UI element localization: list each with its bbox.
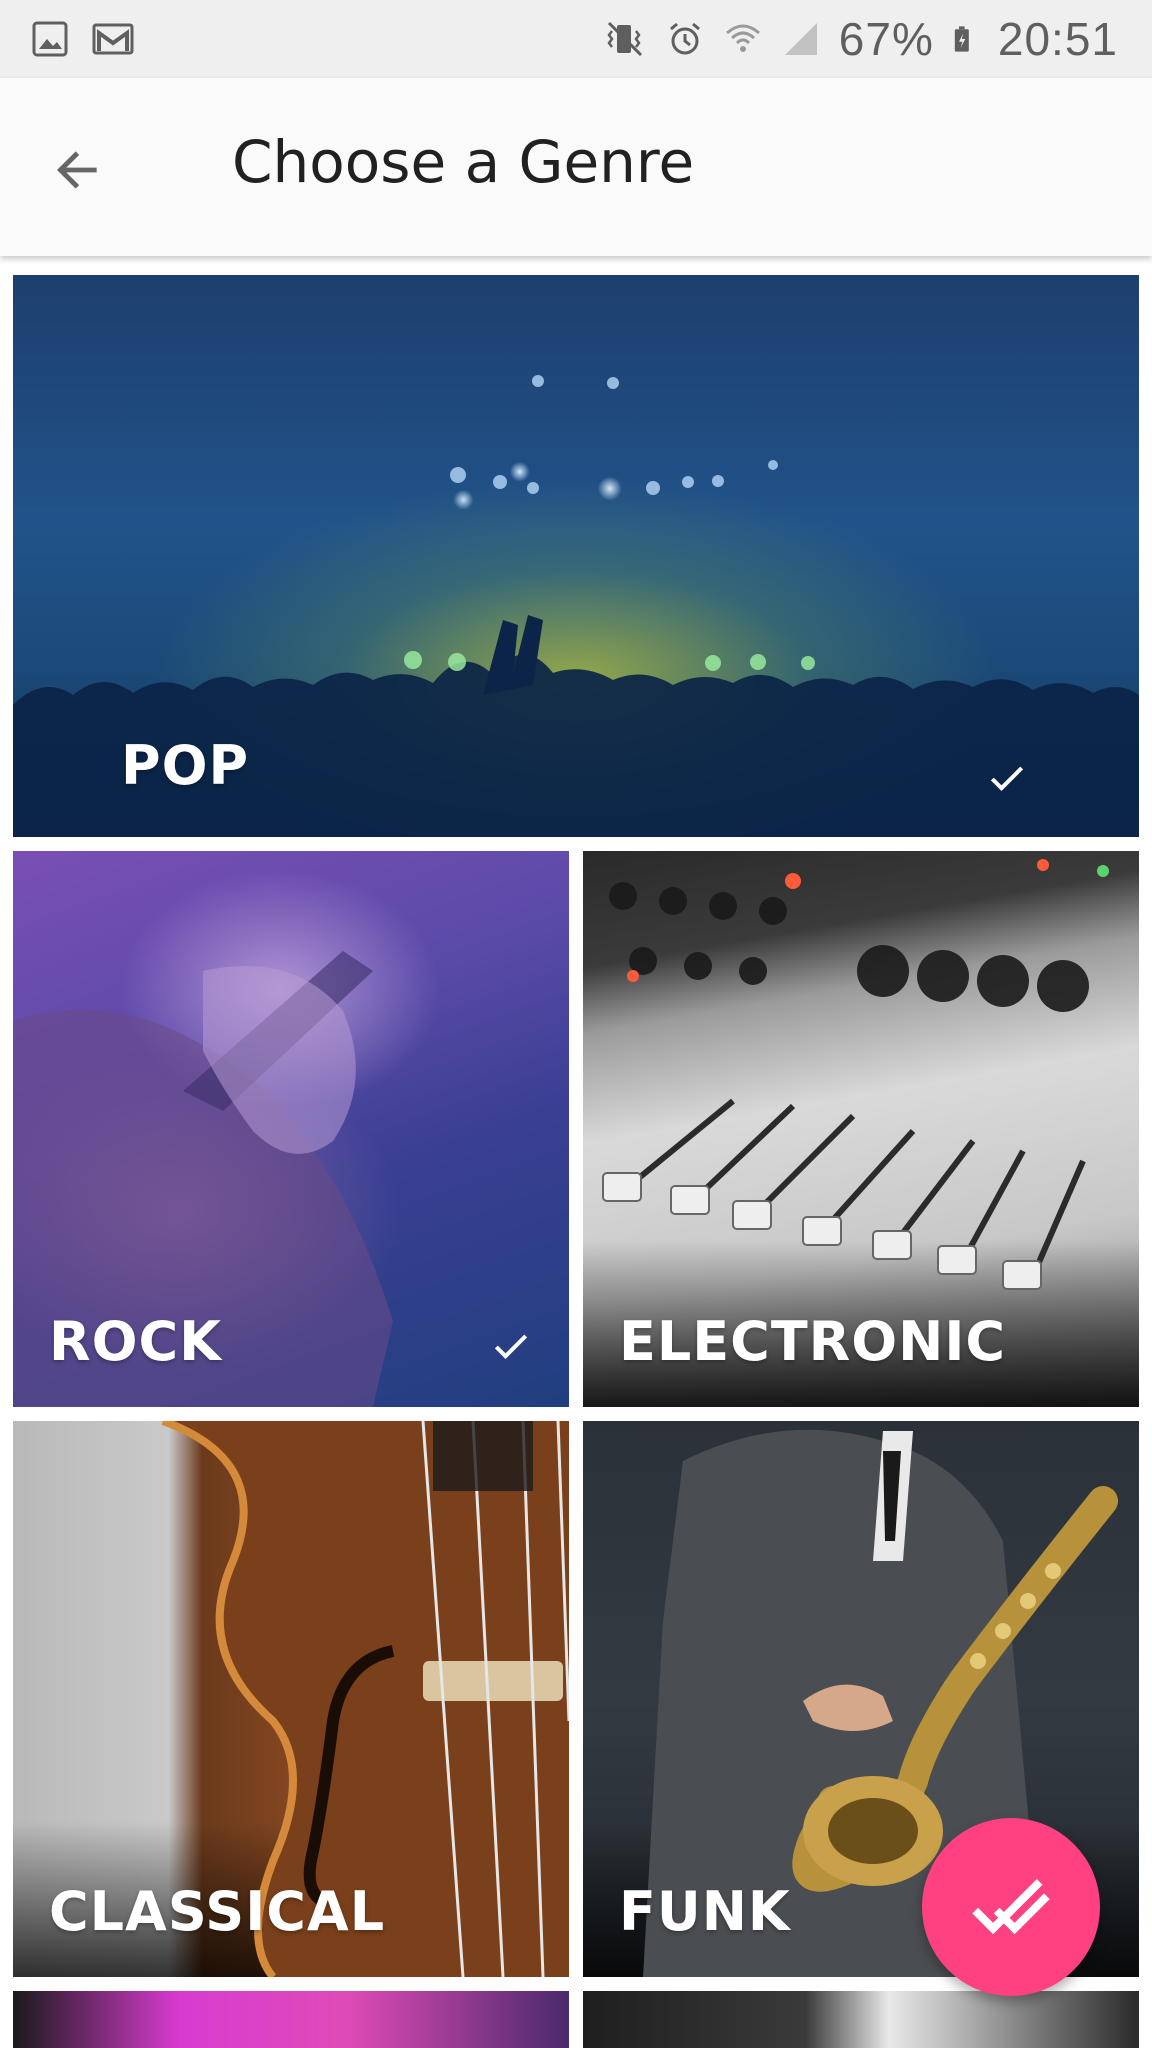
check-icon	[494, 1334, 528, 1360]
status-bar-left	[0, 19, 134, 59]
clock: 20:51	[997, 13, 1118, 65]
arrow-back-icon	[57, 151, 97, 189]
genre-tile-pop[interactable]: POP	[13, 275, 1139, 837]
alarm-icon	[669, 22, 700, 55]
status-bar-right: 67% 20:51	[599, 12, 1152, 66]
genre-label: ELECTRONIC	[619, 1310, 1007, 1373]
genre-label: ROCK	[49, 1310, 222, 1373]
status-bar: 67% 20:51	[0, 0, 1152, 78]
battery-percentage: 67%	[838, 13, 934, 65]
wifi-icon	[725, 24, 760, 52]
gmail-icon	[92, 23, 134, 55]
genre-tile-electronic[interactable]: ELECTRONIC	[583, 851, 1139, 1407]
done-all-icon	[972, 1879, 1050, 1935]
genre-tile-rock[interactable]: ROCK	[13, 851, 569, 1407]
confirm-fab-button[interactable]	[922, 1818, 1100, 1996]
genre-label: POP	[121, 734, 250, 797]
signal-icon	[784, 23, 817, 55]
genre-label: CLASSICAL	[49, 1880, 386, 1943]
back-button[interactable]	[38, 130, 118, 210]
battery-icon	[954, 26, 969, 52]
page-title: Choose a Genre	[232, 128, 695, 196]
genre-tile-classical[interactable]: CLASSICAL	[13, 1421, 569, 1977]
genre-tile-partial-right[interactable]	[583, 1991, 1139, 2048]
vibrate-icon	[607, 21, 642, 57]
image-icon	[32, 21, 68, 57]
genre-label: FUNK	[619, 1880, 791, 1943]
app-bar: Choose a Genre	[0, 78, 1152, 256]
genre-tile-partial-left[interactable]	[13, 1991, 569, 2048]
check-icon	[990, 766, 1024, 792]
